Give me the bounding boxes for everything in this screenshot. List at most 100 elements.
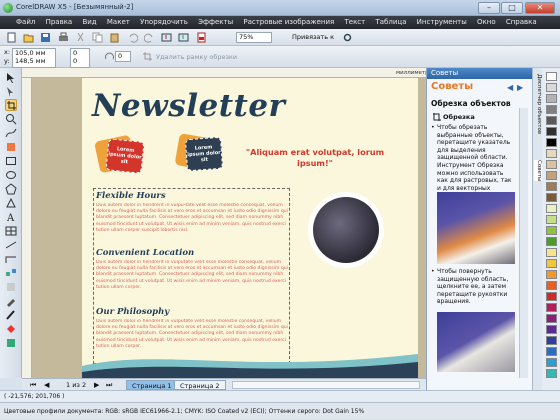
docker-forward-icon[interactable]: ▶ bbox=[517, 83, 523, 92]
palette-swatch[interactable] bbox=[546, 149, 557, 158]
shape-tool-icon[interactable] bbox=[5, 86, 17, 98]
menu-edit[interactable]: Правка bbox=[46, 16, 73, 29]
palette-swatch[interactable] bbox=[546, 248, 557, 257]
palette-swatch[interactable] bbox=[546, 83, 557, 92]
menu-bitmaps[interactable]: Растровые изображения bbox=[243, 16, 334, 29]
tab-object-manager[interactable]: Диспетчер объектов bbox=[534, 74, 542, 134]
sticker-red[interactable]: Lorem ipsum dolor sit bbox=[105, 138, 145, 174]
palette-swatch[interactable] bbox=[546, 303, 557, 312]
palette-swatch[interactable] bbox=[546, 292, 557, 301]
menu-text[interactable]: Текст bbox=[344, 16, 365, 29]
open-icon[interactable] bbox=[23, 32, 34, 43]
connector-tool-icon[interactable] bbox=[5, 253, 17, 265]
snap-to-dropdown[interactable]: Привязать к bbox=[292, 33, 334, 41]
undo-icon[interactable] bbox=[127, 32, 138, 43]
palette-swatch[interactable] bbox=[546, 160, 557, 169]
status-bar-profiles[interactable]: Цветовые профили документа: RGB: sRGB IE… bbox=[0, 402, 560, 419]
paste-icon[interactable] bbox=[109, 32, 120, 43]
eyedropper-tool-icon[interactable] bbox=[5, 295, 17, 307]
docker-header[interactable]: Советы bbox=[427, 68, 533, 79]
polygon-tool-icon[interactable] bbox=[5, 183, 17, 195]
export-icon[interactable] bbox=[178, 32, 189, 43]
palette-swatch[interactable] bbox=[546, 204, 557, 213]
palette-swatch[interactable] bbox=[546, 369, 557, 378]
palette-swatch[interactable] bbox=[546, 138, 557, 147]
ellipse-tool-icon[interactable] bbox=[5, 169, 17, 181]
palette-swatch[interactable] bbox=[546, 94, 557, 103]
outline-tool-icon[interactable] bbox=[5, 309, 17, 321]
zoom-level-select[interactable]: 75% bbox=[236, 32, 272, 43]
palette-swatch[interactable] bbox=[546, 116, 557, 125]
menu-file[interactable]: Файл bbox=[16, 16, 35, 29]
crop-tool-icon[interactable] bbox=[5, 99, 17, 111]
rectangle-tool-icon[interactable] bbox=[5, 155, 17, 167]
palette-swatch[interactable] bbox=[546, 105, 557, 114]
palette-swatch[interactable] bbox=[546, 127, 557, 136]
palette-swatch[interactable] bbox=[546, 358, 557, 367]
palette-swatch[interactable] bbox=[546, 336, 557, 345]
height-field[interactable]: 0 bbox=[70, 57, 90, 68]
horizontal-scrollbar[interactable] bbox=[232, 381, 420, 389]
fill-tool-icon[interactable] bbox=[5, 323, 17, 335]
basic-shapes-tool-icon[interactable] bbox=[5, 197, 17, 209]
palette-swatch[interactable] bbox=[546, 325, 557, 334]
crop-icon[interactable] bbox=[142, 51, 153, 62]
table-tool-icon[interactable] bbox=[5, 225, 17, 237]
minimize-button[interactable]: – bbox=[478, 2, 500, 14]
horizontal-ruler[interactable] bbox=[22, 68, 426, 78]
maximize-button[interactable]: □ bbox=[501, 2, 523, 14]
palette-swatch[interactable] bbox=[546, 182, 557, 191]
menu-table[interactable]: Таблица bbox=[375, 16, 406, 29]
menu-tools[interactable]: Инструменты bbox=[417, 16, 467, 29]
palette-swatch[interactable] bbox=[546, 72, 557, 81]
tab-page-1[interactable]: Страница 1 bbox=[126, 380, 178, 390]
publish-pdf-icon[interactable] bbox=[196, 32, 207, 43]
menu-window[interactable]: Окно bbox=[477, 16, 496, 29]
cut-icon[interactable] bbox=[75, 32, 86, 43]
save-icon[interactable] bbox=[40, 32, 51, 43]
dimension-tool-icon[interactable] bbox=[5, 239, 17, 251]
sticker-navy[interactable]: Lorem ipsum dolor sit bbox=[184, 136, 224, 172]
y-position-field[interactable]: 148,5 мм bbox=[12, 57, 56, 68]
document-page[interactable]: Newsletter Lorem ipsum dolor sit Lorem i… bbox=[82, 78, 418, 378]
docker-scrollbar[interactable] bbox=[519, 108, 528, 378]
palette-swatch[interactable] bbox=[546, 237, 557, 246]
import-icon[interactable] bbox=[161, 32, 172, 43]
close-button[interactable]: ✕ bbox=[525, 2, 555, 14]
print-icon[interactable] bbox=[58, 32, 69, 43]
palette-swatch[interactable] bbox=[546, 215, 557, 224]
palette-swatch[interactable] bbox=[546, 281, 557, 290]
blend-tool-icon[interactable] bbox=[5, 267, 17, 279]
pull-quote[interactable]: "Aliquam erat volutpat, lorum ipsum!" bbox=[240, 147, 390, 169]
new-document-icon[interactable] bbox=[6, 32, 17, 43]
tab-page-2[interactable]: Страница 2 bbox=[174, 380, 226, 390]
text-frame[interactable]: Flexible Hours Duis autem dolor in hendr… bbox=[93, 188, 290, 364]
transparency-tool-icon[interactable] bbox=[5, 281, 17, 293]
freehand-tool-icon[interactable] bbox=[5, 127, 17, 139]
newsletter-title[interactable]: Newsletter bbox=[92, 88, 285, 124]
text-tool-icon[interactable]: A bbox=[5, 211, 17, 224]
redo-icon[interactable] bbox=[143, 32, 155, 43]
zoom-tool-icon[interactable] bbox=[5, 113, 17, 125]
menu-help[interactable]: Справка bbox=[506, 16, 537, 29]
menu-arrange[interactable]: Упорядочить bbox=[140, 16, 188, 29]
copy-icon[interactable] bbox=[92, 32, 103, 43]
drawing-canvas[interactable]: Newsletter Lorem ipsum dolor sit Lorem i… bbox=[32, 78, 426, 378]
palette-swatch[interactable] bbox=[546, 171, 557, 180]
interactive-fill-tool-icon[interactable] bbox=[5, 337, 17, 349]
palette-swatch[interactable] bbox=[546, 193, 557, 202]
options-gear-icon[interactable] bbox=[342, 32, 353, 43]
docker-back-icon[interactable]: ◀ bbox=[507, 83, 513, 92]
palette-swatch[interactable] bbox=[546, 226, 557, 235]
menu-view[interactable]: Вид bbox=[82, 16, 96, 29]
circular-photo-chalk[interactable] bbox=[308, 192, 384, 268]
palette-swatch[interactable] bbox=[546, 347, 557, 356]
menu-effects[interactable]: Эффекты bbox=[198, 16, 233, 29]
rotation-field[interactable]: 0 bbox=[115, 51, 131, 62]
remove-crop-frame-button[interactable]: Удалить рамку обрезки bbox=[156, 53, 237, 61]
rotation-icon[interactable] bbox=[104, 51, 115, 62]
vertical-ruler[interactable] bbox=[22, 78, 32, 378]
palette-swatch[interactable] bbox=[546, 314, 557, 323]
menu-layout[interactable]: Макет bbox=[107, 16, 130, 29]
smart-fill-tool-icon[interactable] bbox=[5, 141, 17, 153]
